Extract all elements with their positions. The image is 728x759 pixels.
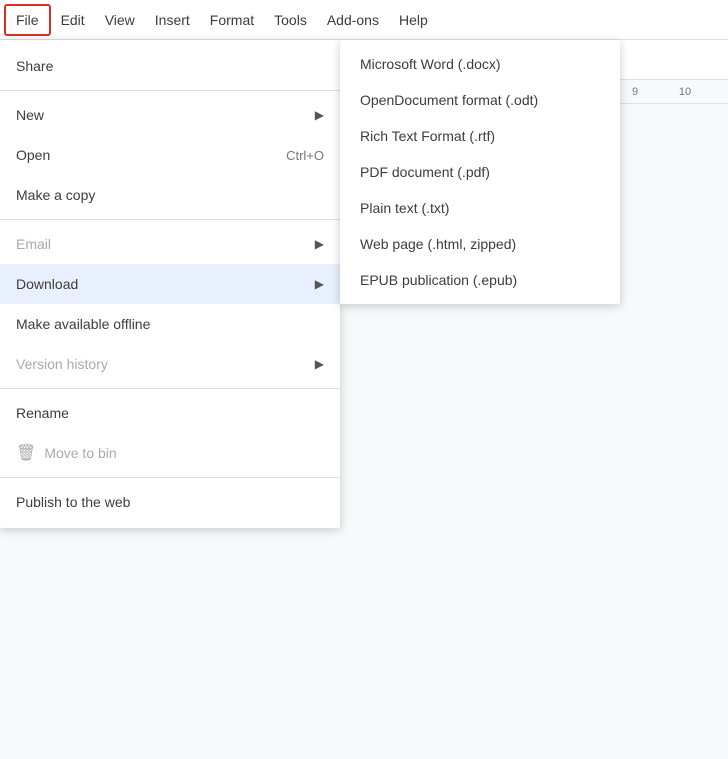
menu-item-move-to-bin[interactable]: 🗑 Move to bin bbox=[0, 433, 340, 473]
make-a-copy-label: Make a copy bbox=[16, 187, 95, 203]
separator-4 bbox=[0, 477, 340, 478]
menu-help[interactable]: Help bbox=[389, 6, 438, 34]
menu-item-share[interactable]: Share bbox=[0, 46, 340, 86]
rename-label: Rename bbox=[16, 405, 69, 421]
new-label: New bbox=[16, 107, 44, 123]
menu-item-download[interactable]: Download ▶ bbox=[0, 264, 340, 304]
menu-insert[interactable]: Insert bbox=[145, 6, 200, 34]
version-history-label: Version history bbox=[16, 356, 108, 372]
menu-format[interactable]: Format bbox=[200, 6, 264, 34]
menu-item-publish-to-web[interactable]: Publish to the web bbox=[0, 482, 340, 522]
download-epub[interactable]: EPUB publication (.epub) bbox=[340, 262, 620, 298]
make-available-offline-label: Make available offline bbox=[16, 316, 150, 332]
open-shortcut: Ctrl+O bbox=[286, 148, 324, 163]
download-docx[interactable]: Microsoft Word (.docx) bbox=[340, 46, 620, 82]
menu-item-version-history[interactable]: Version history ▶ bbox=[0, 344, 340, 384]
menu-item-open[interactable]: Open Ctrl+O bbox=[0, 135, 340, 175]
menu-item-new[interactable]: New ▶ bbox=[0, 95, 340, 135]
download-txt[interactable]: Plain text (.txt) bbox=[340, 190, 620, 226]
move-to-bin-left: 🗑 Move to bin bbox=[16, 443, 117, 463]
menu-item-make-available-offline[interactable]: Make available offline bbox=[0, 304, 340, 344]
menu-tools[interactable]: Tools bbox=[264, 6, 317, 34]
share-label: Share bbox=[16, 58, 53, 74]
version-history-arrow-icon: ▶ bbox=[315, 357, 324, 371]
separator-1 bbox=[0, 90, 340, 91]
file-dropdown: Share New ▶ Open Ctrl+O Make a copy Emai… bbox=[0, 40, 340, 528]
email-arrow-icon: ▶ bbox=[315, 237, 324, 251]
download-html[interactable]: Web page (.html, zipped) bbox=[340, 226, 620, 262]
menu-addons[interactable]: Add-ons bbox=[317, 6, 389, 34]
menu-file[interactable]: File bbox=[4, 4, 51, 36]
menu-item-rename[interactable]: Rename bbox=[0, 393, 340, 433]
download-odt[interactable]: OpenDocument format (.odt) bbox=[340, 82, 620, 118]
download-label: Download bbox=[16, 276, 78, 292]
publish-to-web-label: Publish to the web bbox=[16, 494, 130, 510]
download-arrow-icon: ▶ bbox=[315, 277, 324, 291]
trash-icon: 🗑 bbox=[16, 443, 36, 463]
open-label: Open bbox=[16, 147, 50, 163]
download-rtf[interactable]: Rich Text Format (.rtf) bbox=[340, 118, 620, 154]
download-submenu: Microsoft Word (.docx) OpenDocument form… bbox=[340, 40, 620, 304]
separator-3 bbox=[0, 388, 340, 389]
ruler-10: 10 bbox=[660, 86, 710, 98]
menu-item-make-a-copy[interactable]: Make a copy bbox=[0, 175, 340, 215]
email-label: Email bbox=[16, 236, 51, 252]
download-pdf[interactable]: PDF document (.pdf) bbox=[340, 154, 620, 190]
menu-bar: File Edit View Insert Format Tools Add-o… bbox=[0, 0, 728, 40]
menu-view[interactable]: View bbox=[95, 6, 145, 34]
move-to-bin-label: Move to bin bbox=[44, 445, 116, 461]
menu-item-email[interactable]: Email ▶ bbox=[0, 224, 340, 264]
menu-edit[interactable]: Edit bbox=[51, 6, 95, 34]
separator-2 bbox=[0, 219, 340, 220]
new-arrow-icon: ▶ bbox=[315, 108, 324, 122]
